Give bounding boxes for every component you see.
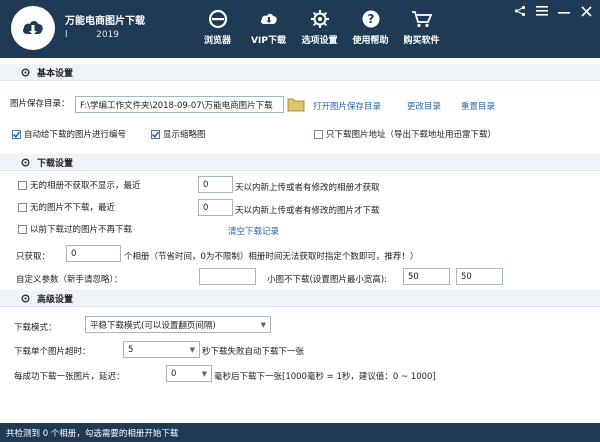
save-dir-row: 图片保存目录： xyxy=(10,97,70,109)
gear-icon xyxy=(310,10,329,28)
checkbox[interactable] xyxy=(18,180,27,190)
section-title: 下载设置 xyxy=(37,158,74,169)
single-timeout-hint: 秒下载失败自动下载下一张 xyxy=(202,347,305,357)
open-dir-link[interactable]: 打开图片保存目录 xyxy=(313,100,381,112)
svg-text:?: ? xyxy=(367,12,374,26)
single-timeout-value: 5 xyxy=(128,344,134,355)
album-days-hint: 天以内新上传或者有修改的相册才获取 xyxy=(235,183,380,193)
nav-buy[interactable]: 购买软件 xyxy=(396,6,447,52)
menu-icon[interactable] xyxy=(534,4,550,18)
show-thumb-option[interactable]: 显示缩略图 xyxy=(151,128,206,140)
single-timeout-label: 下载单个图片超时： xyxy=(14,347,91,357)
album-days-input[interactable]: 0 xyxy=(198,176,233,193)
change-dir-link[interactable]: 更改目录 xyxy=(407,100,441,112)
section-title: 基本设置 xyxy=(37,68,74,79)
custom-param-input[interactable] xyxy=(199,268,256,285)
mode-select[interactable]: 平稳下载模式(可以设置翻页间隔) ▼ xyxy=(85,316,271,333)
help-icon: ? xyxy=(362,10,379,28)
nav-label: 使用帮助 xyxy=(352,36,389,46)
only-links-option[interactable]: 只下载图片地址（导出下载地址用迅雷下载） xyxy=(314,128,496,140)
advanced-settings-header: 高级设置 xyxy=(0,290,600,307)
only-links-label: 只下载图片地址（导出下载地址用迅雷下载） xyxy=(326,130,497,140)
auto-number-label: 自动给下载的图片进行编号 xyxy=(24,130,127,140)
top-nav: 浏览器 VIP下载 选项设置 ? 使用帮助 购买软件 xyxy=(192,6,447,52)
skip-downloaded-label: 以前下载过的图片不再下载 xyxy=(30,225,133,235)
mode-label: 下载模式： xyxy=(14,323,57,333)
status-bar: 共检测到 0 个相册，勾选需要的相册开始下载 xyxy=(0,423,600,442)
window-controls xyxy=(512,4,594,18)
download-logo-icon xyxy=(11,6,55,50)
skip-image-option[interactable]: 无的图片不下载，最近 xyxy=(18,201,115,213)
close-icon[interactable] xyxy=(578,4,594,18)
save-dir-label: 图片保存目录： xyxy=(10,99,70,109)
cloud-download-icon xyxy=(260,13,277,24)
nav-label: VIP下载 xyxy=(251,36,286,46)
checkbox[interactable] xyxy=(314,129,323,139)
app-version: l 2019 xyxy=(65,30,120,40)
skip-album-option[interactable]: 无的相册不获取不显示，最近 xyxy=(18,179,141,191)
only-get-input[interactable]: 0 xyxy=(66,245,121,262)
delay-label: 每成功下载一张图片，延迟： xyxy=(14,372,125,382)
checkbox[interactable] xyxy=(18,224,27,234)
min-width-input[interactable]: 50 xyxy=(403,268,450,285)
nav-label: 选项设置 xyxy=(301,36,338,46)
save-dir-input[interactable]: F:\学编工作文件夹\2018-09-07\万能电商图片下载 xyxy=(75,96,284,113)
chevron-down-icon: ▼ xyxy=(260,320,266,329)
checkbox-checked[interactable] xyxy=(151,129,160,139)
delay-select[interactable]: 0 ▼ xyxy=(166,365,212,382)
share-icon[interactable] xyxy=(512,4,528,18)
app-title: 万能电商图片下载 xyxy=(65,16,145,27)
min-height-input[interactable]: 50 xyxy=(456,268,503,285)
gear-icon xyxy=(21,294,30,302)
min-size-label: 小图不下载(设置图片最小宽高): xyxy=(267,275,387,285)
auto-number-option[interactable]: 自动给下载的图片进行编号 xyxy=(12,128,126,140)
show-thumb-label: 显示缩略图 xyxy=(163,130,206,140)
download-settings-header: 下载设置 xyxy=(0,154,600,171)
folder-icon[interactable] xyxy=(287,97,305,115)
checkbox-checked[interactable] xyxy=(12,129,21,139)
delay-hint: 毫秒后下载下一张[1000毫秒 = 1秒，建议值：0 ~ 1000] xyxy=(214,372,436,382)
delay-value: 0 xyxy=(171,368,177,379)
checkbox[interactable] xyxy=(18,202,27,212)
chevron-down-icon: ▼ xyxy=(189,345,195,354)
custom-param-label: 自定义参数（新手请忽略）： xyxy=(16,275,123,285)
section-title: 高级设置 xyxy=(37,294,74,305)
skip-downloaded-option[interactable]: 以前下载过的图片不再下载 xyxy=(18,223,132,235)
only-get-hint: 个相册（节省时间，0为不限制）相册时间无法获取时指定个数即可，推荐！） xyxy=(124,252,419,262)
only-get-label: 只获取： xyxy=(16,252,51,262)
browser-icon xyxy=(208,9,227,29)
nav-settings[interactable]: 选项设置 xyxy=(294,6,345,52)
nav-help[interactable]: ? 使用帮助 xyxy=(345,6,396,52)
image-days-hint: 天以内新上传或者有修改的图片才下载 xyxy=(235,206,380,216)
title-bar: 万能电商图片下载 l 2019 浏览器 VIP下载 选项设置 ? 使用帮助 购买… xyxy=(0,0,600,58)
cart-icon xyxy=(411,11,432,28)
nav-label: 购买软件 xyxy=(403,36,440,46)
skip-album-label: 无的相册不获取不显示，最近 xyxy=(30,181,141,191)
status-text: 共检测到 0 个相册，勾选需要的相册开始下载 xyxy=(6,428,179,439)
basic-settings-header: 基本设置 xyxy=(0,64,600,81)
nav-label: 浏览器 xyxy=(203,36,231,46)
single-timeout-select[interactable]: 5 ▼ xyxy=(123,341,200,358)
reset-dir-link[interactable]: 重置目录 xyxy=(461,100,495,112)
gear-icon xyxy=(21,158,30,166)
skip-image-label: 无的图片不下载，最近 xyxy=(30,203,116,213)
nav-vip-download[interactable]: VIP下载 xyxy=(243,6,294,52)
clear-records-link[interactable]: 清空下载记录 xyxy=(228,225,279,237)
image-days-input[interactable]: 0 xyxy=(198,199,233,216)
mode-select-value: 平稳下载模式(可以设置翻页间隔) xyxy=(90,320,216,331)
minimize-icon[interactable] xyxy=(556,4,572,18)
chevron-down-icon: ▼ xyxy=(201,369,207,378)
gear-icon xyxy=(21,68,30,76)
nav-browser[interactable]: 浏览器 xyxy=(192,6,243,52)
